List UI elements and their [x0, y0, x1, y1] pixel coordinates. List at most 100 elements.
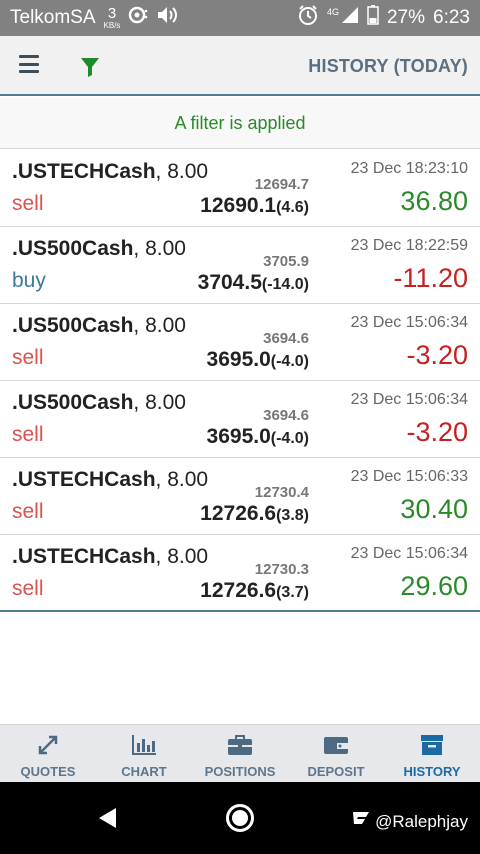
trade-symbol: .US500Cash, 8.00 — [12, 391, 186, 415]
menu-icon[interactable] — [19, 55, 39, 73]
trade-side: sell — [12, 346, 44, 369]
trade-symbol-name: .USTECHCash — [12, 160, 156, 183]
filter-applied-text: A filter is applied — [174, 112, 306, 133]
arrows-expand-icon — [35, 733, 61, 757]
nav-label: CHART — [121, 764, 167, 779]
nav-label: QUOTES — [20, 764, 76, 779]
trade-open-price: 12730.3 — [254, 561, 309, 578]
trade-time: 23 Dec 18:22:59 — [350, 237, 468, 254]
trade-profit: 36.80 — [400, 186, 468, 216]
alarm-icon — [297, 4, 319, 32]
trade-close: 3695.0(-4.0) — [207, 348, 309, 372]
nav-quotes[interactable]: QUOTES — [0, 725, 96, 782]
system-navigation-bar: @Ralephjay — [0, 782, 480, 854]
trade-symbol: .US500Cash, 8.00 — [12, 314, 186, 338]
trade-close-price: 12690.1 — [200, 194, 277, 217]
trade-profit: -3.20 — [406, 417, 468, 447]
trade-side: sell — [12, 423, 44, 446]
trade-points: (-4.0) — [270, 353, 309, 370]
battery-icon — [367, 5, 379, 31]
trade-open-price: 12730.4 — [254, 484, 309, 501]
trade-points: (4.6) — [276, 199, 309, 216]
trade-open-price: 3694.6 — [263, 330, 309, 347]
trade-symbol: .USTECHCash, 8.00 — [12, 160, 208, 184]
trade-symbol: .US500Cash, 8.00 — [12, 237, 186, 261]
trade-open-price: 3694.6 — [263, 407, 309, 424]
trade-symbol-name: .US500Cash — [12, 391, 134, 414]
trade-side: sell — [12, 500, 44, 523]
bar-chart-icon — [131, 733, 157, 757]
trade-symbol-name: .US500Cash — [12, 314, 134, 337]
trade-row[interactable]: .USTECHCash, 8.00 sell 12730.4 12726.6(3… — [0, 458, 480, 535]
carrier-name: TelkomSA — [10, 7, 96, 28]
trade-side: sell — [12, 577, 44, 600]
archive-box-icon — [419, 733, 445, 757]
trade-profit: 30.40 — [400, 494, 468, 524]
nav-label: POSITIONS — [204, 764, 276, 779]
trade-symbol: .USTECHCash, 8.00 — [12, 468, 208, 492]
trade-close: 12726.6(3.8) — [200, 502, 309, 526]
trade-open-price: 12694.7 — [254, 176, 309, 193]
battery-level: 27% — [386, 7, 426, 28]
home-icon[interactable] — [226, 804, 254, 832]
nav-label: DEPOSIT — [307, 764, 365, 779]
trade-volume: , 8.00 — [133, 391, 186, 414]
trade-close-price: 3695.0 — [206, 425, 271, 448]
trade-time: 23 Dec 18:23:10 — [350, 160, 468, 177]
trade-row[interactable]: .US500Cash, 8.00 sell 3694.6 3695.0(-4.0… — [0, 381, 480, 458]
trade-volume: , 8.00 — [133, 314, 186, 337]
trade-symbol: .USTECHCash, 8.00 — [12, 545, 208, 569]
hotspot-icon — [128, 6, 148, 30]
network-speed: 3 KB/s — [103, 6, 121, 30]
trade-row[interactable]: .US500Cash, 8.00 buy 3705.9 3704.5(-14.0… — [0, 227, 480, 304]
signal-icon — [341, 6, 359, 30]
clock: 6:23 — [433, 7, 470, 28]
trade-history-list: .USTECHCash, 8.00 sell 12694.7 12690.1(4… — [0, 150, 480, 612]
trade-close: 12690.1(4.6) — [200, 194, 309, 218]
page-title: HISTORY (TODAY) — [308, 56, 468, 76]
trade-time: 23 Dec 15:06:34 — [350, 545, 468, 562]
trade-volume: , 8.00 — [155, 160, 209, 183]
trade-profit: 29.60 — [400, 571, 468, 601]
network-speed-unit: KB/s — [103, 20, 121, 30]
trade-points: (3.8) — [276, 507, 309, 524]
nav-history[interactable]: HISTORY — [384, 725, 480, 782]
trade-volume: , 8.00 — [133, 237, 186, 260]
trade-points: (-4.0) — [270, 430, 309, 447]
app-bar: HISTORY (TODAY) — [0, 36, 480, 96]
watermark: @Ralephjay — [349, 810, 468, 833]
volume-icon — [156, 5, 180, 31]
trade-symbol-name: .USTECHCash — [12, 545, 156, 568]
nav-deposit[interactable]: DEPOSIT — [288, 725, 384, 782]
trade-time: 23 Dec 15:06:34 — [350, 391, 468, 408]
nav-positions[interactable]: POSITIONS — [192, 725, 288, 782]
trade-row[interactable]: .US500Cash, 8.00 sell 3694.6 3695.0(-4.0… — [0, 304, 480, 381]
trade-profit: -11.20 — [393, 263, 468, 293]
trade-points: (3.7) — [276, 584, 309, 601]
trade-row[interactable]: .USTECHCash, 8.00 sell 12730.3 12726.6(3… — [0, 535, 480, 612]
network-type: 4G — [326, 7, 339, 17]
trade-close-price: 3704.5 — [197, 271, 262, 294]
trade-time: 23 Dec 15:06:34 — [350, 314, 468, 331]
trade-close-price: 12726.6 — [200, 502, 277, 525]
trade-close: 3704.5(-14.0) — [198, 271, 309, 295]
trade-close-price: 12726.6 — [200, 579, 277, 602]
trade-profit: -3.20 — [406, 340, 468, 370]
nav-label: HISTORY — [403, 764, 461, 779]
bottom-navigation: QUOTES CHART POSITIONS DEPOSIT HISTORY — [0, 724, 480, 782]
trade-close: 12726.6(3.7) — [200, 579, 309, 603]
briefcase-icon — [227, 733, 253, 757]
back-icon[interactable] — [96, 806, 118, 835]
wallet-icon — [323, 733, 349, 757]
trade-open-price: 3705.9 — [263, 253, 309, 270]
status-bar: TelkomSA 3 KB/s 4G 27% 6:23 — [0, 0, 480, 36]
nav-chart[interactable]: CHART — [96, 725, 192, 782]
trade-points: (-14.0) — [261, 276, 309, 293]
filter-icon[interactable] — [80, 56, 100, 78]
trade-symbol-name: .US500Cash — [12, 237, 134, 260]
trade-row[interactable]: .USTECHCash, 8.00 sell 12694.7 12690.1(4… — [0, 150, 480, 227]
trade-volume: , 8.00 — [155, 545, 209, 568]
filter-applied-banner[interactable]: A filter is applied — [0, 98, 480, 149]
trade-volume: , 8.00 — [155, 468, 209, 491]
trade-close-price: 3695.0 — [206, 348, 271, 371]
